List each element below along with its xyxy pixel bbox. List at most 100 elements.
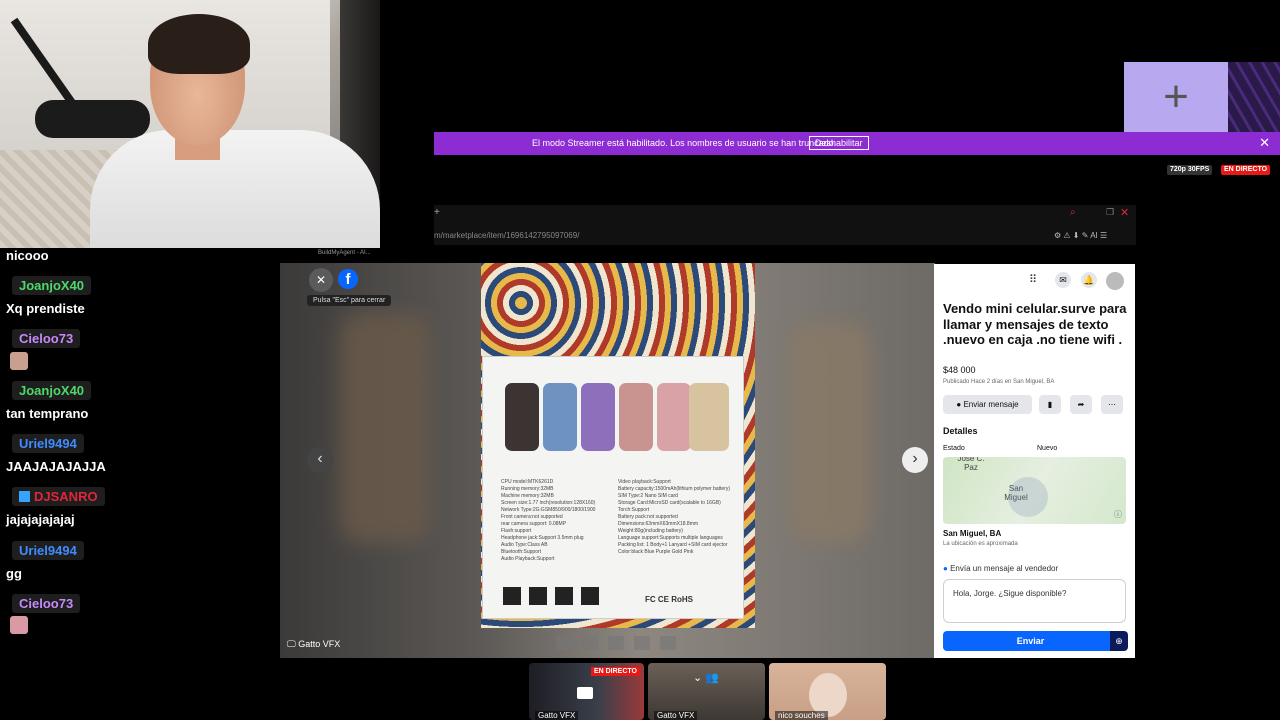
monitor-icon: 🖵 [287, 639, 299, 649]
streamer-mode-banner: El modo Streamer está habilitado. Los no… [434, 132, 1280, 155]
phone-gold [689, 383, 729, 451]
radio-icon [529, 587, 547, 605]
emote-icon [10, 616, 28, 634]
location-radius [1008, 477, 1048, 517]
phone-blue [543, 383, 577, 451]
listing-title: Vendo mini celular.surve para llamar y m… [943, 301, 1127, 347]
listing-panel: ⠿ ✉ 🔔 Vendo mini celular.surve para llam… [934, 264, 1135, 658]
menu-grid-icon[interactable]: ⠿ [1029, 273, 1037, 286]
state-value: Nuevo [1037, 445, 1058, 452]
participant-tile[interactable]: nico souches [769, 663, 886, 720]
stream-chat: nicooo JoanjoX40 Xq prendiste Cieloo73 J… [0, 248, 280, 720]
chat-username[interactable]: Cieloo73 [12, 594, 81, 613]
send-button[interactable]: Enviar [943, 631, 1118, 651]
blurred-background [340, 313, 430, 543]
microphone [35, 100, 150, 138]
browser-tab[interactable]: BuildMyAgent - AI... [318, 250, 371, 256]
send-message-label: Enviar mensaje [963, 400, 1019, 409]
participant-tile[interactable]: ⌄ 👥 Gatto VFX [648, 663, 765, 720]
search-icon[interactable]: ⌕ [1070, 207, 1076, 218]
close-viewer-button[interactable]: ✕ [309, 268, 333, 292]
chat-username[interactable]: Uriel9494 [12, 434, 84, 453]
certification-marks: FC CE RoHS [645, 595, 693, 604]
spec-list-left: CPU model:MTK6261D Running memory:32MB Mac… [501, 479, 596, 562]
info-icon[interactable]: ⓘ [1114, 509, 1122, 520]
seller-prompt-text: Envía un mensaje al vendedor [950, 564, 1059, 573]
streamer-shirt [90, 130, 380, 248]
thumbnail[interactable] [582, 636, 598, 650]
add-icon[interactable]: + [1124, 62, 1228, 132]
phone-rose [657, 383, 691, 451]
state-label: Estado [943, 445, 965, 452]
message-input[interactable]: Hola, Jorge. ¿Sigue disponible? [943, 579, 1126, 623]
torch-icon [581, 587, 599, 605]
more-icon[interactable]: ⋯ [1101, 395, 1123, 414]
location-map[interactable]: José C. Paz San Miguel ⓘ [943, 457, 1126, 524]
blurred-background [790, 323, 870, 543]
quality-badge: 720p 30FPS [1167, 165, 1213, 175]
screen-share-icon [577, 687, 593, 699]
avatar[interactable] [1106, 272, 1124, 290]
maximize-icon[interactable]: ❐ [1106, 207, 1114, 218]
decorative-stripes [1228, 62, 1280, 132]
location-name: San Miguel, BA [943, 529, 1002, 538]
notifications-icon[interactable]: 🔔 [1081, 272, 1097, 288]
facebook-logo-icon[interactable]: f [338, 269, 358, 289]
banner-text: El modo Streamer está habilitado. Los no… [532, 138, 837, 148]
chat-message: nicooo [6, 248, 49, 263]
chat-username[interactable]: Uriel9494 [12, 541, 84, 560]
chat-username[interactable]: JoanjoX40 [12, 381, 92, 400]
send-message-button[interactable]: ● Enviar mensaje [943, 395, 1032, 414]
camera-icon [503, 587, 521, 605]
live-badge: EN DIRECTO [1221, 165, 1271, 175]
screen-share-name: Gatto VFX [298, 639, 341, 649]
previous-image-button[interactable]: ‹ [307, 447, 333, 473]
webcam-feed [0, 0, 380, 248]
tile-label: Gatto VFX [654, 711, 698, 720]
thumbnail[interactable] [608, 636, 624, 650]
url-bar[interactable]: m/marketplace/item/1696142795097069/ [434, 231, 579, 240]
tile-label: Gatto VFX [535, 711, 579, 720]
save-icon[interactable]: ▮ [1039, 395, 1061, 414]
extensions-icon[interactable]: ⚙ ⚠ ⬇ ✎ AI ☰ [1054, 231, 1107, 240]
pin-icon[interactable]: ⌄ 👥 [693, 671, 719, 689]
messenger-icon: ● [943, 564, 951, 573]
chat-message: JAAJAJAJAJJA [6, 459, 106, 474]
new-tab-icon[interactable]: + [434, 207, 440, 218]
map-label: José C. Paz [957, 457, 985, 472]
phone-black [505, 383, 539, 451]
close-window-icon[interactable]: ✕ [1120, 206, 1129, 219]
chat-username[interactable]: DJSANRO [12, 487, 105, 506]
listing-price: $48 000 [943, 365, 976, 375]
phone-pink [619, 383, 653, 451]
listing-published: Publicado Hace 2 días en San Miguel, BA [943, 379, 1055, 385]
chat-username-text: DJSANRO [34, 489, 98, 504]
tile-label: nico souches [775, 711, 828, 720]
disable-streamer-button[interactable]: Deshabilitar [809, 136, 869, 150]
thumbnail[interactable] [634, 636, 650, 650]
chat-message: gg [6, 566, 22, 581]
thumbnail[interactable] [660, 636, 676, 650]
feature-icons [503, 587, 618, 605]
thumbnail[interactable] [556, 636, 572, 650]
product-box: CPU model:MTK6261D Running memory:32MB Mac… [482, 356, 744, 619]
close-icon[interactable]: ✕ [1259, 135, 1270, 151]
close-hint-tooltip: Pulsa "Esc" para cerrar [307, 295, 392, 306]
chat-message: tan temprano [6, 406, 89, 421]
seller-prompt: ● Envía un mensaje al vendedor [943, 564, 1058, 573]
screen-share-label: 🖵 Gatto VFX [287, 639, 340, 650]
zoom-icon[interactable]: ⊕ [1110, 631, 1128, 651]
next-image-button[interactable]: › [902, 447, 928, 473]
chat-username[interactable]: JoanjoX40 [12, 276, 92, 295]
messenger-icon[interactable]: ✉ [1055, 272, 1071, 288]
spec-list-right: Video playback:Support Battery capacity:1… [618, 479, 730, 555]
chat-username[interactable]: Cieloo73 [12, 329, 81, 348]
chat-message: Xq prendiste [6, 301, 85, 316]
streamer-hair [148, 14, 250, 74]
live-badge: EN DIRECTO [590, 667, 640, 676]
phone-purple [581, 383, 615, 451]
participant-tile[interactable]: EN DIRECTO Gatto VFX [529, 663, 644, 720]
location-note: La ubicación es aproximada [943, 541, 1018, 547]
share-icon[interactable]: ➦ [1070, 395, 1092, 414]
chat-message: jajajajajajaj [6, 512, 75, 527]
